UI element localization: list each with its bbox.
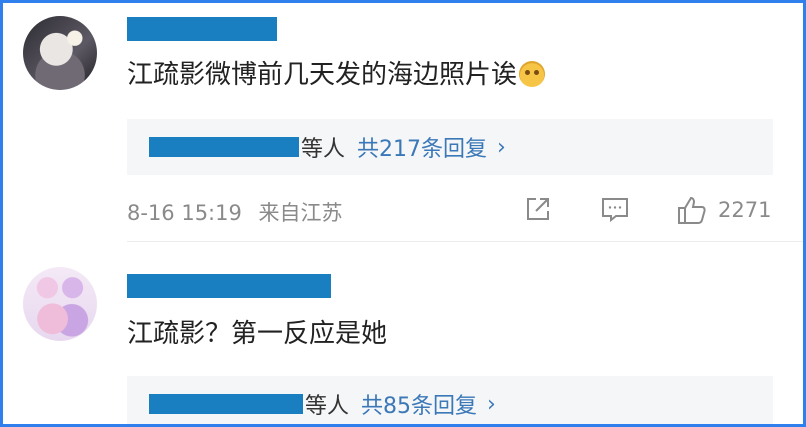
laughing-crying-emoji-icon	[519, 61, 546, 87]
like-button[interactable]: 2271	[676, 194, 771, 226]
like-icon	[678, 196, 706, 224]
username-redacted	[127, 17, 277, 41]
comment-text-value: 江疏影微博前几天发的海边照片诶	[127, 60, 518, 90]
username-redacted	[127, 274, 331, 298]
comment-text: 江疏影？第一反应是她	[127, 319, 388, 349]
comment-date: 8-16 15:19	[127, 201, 242, 225]
like-count: 2271	[718, 198, 772, 222]
comment-icon	[602, 198, 628, 223]
comment-button[interactable]	[600, 194, 630, 224]
avatar[interactable]	[23, 16, 97, 90]
reply-usernames-redacted	[149, 394, 303, 414]
reply-count-link[interactable]: 共217条回复	[357, 131, 487, 163]
comment-list: 江疏影微博前几天发的海边照片诶 等人 共217条回复 › 8-16 15:19 …	[0, 0, 806, 427]
reply-suffix: 等人	[305, 394, 350, 419]
comment-text: 江疏影微博前几天发的海边照片诶	[127, 57, 546, 93]
chevron-right-icon[interactable]: ›	[487, 392, 496, 417]
share-button[interactable]	[523, 194, 553, 224]
comment-item: 江疏影微博前几天发的海边照片诶 等人 共217条回复 › 8-16 15:19 …	[3, 3, 803, 246]
comment-meta: 8-16 15:19 来自江苏	[127, 197, 353, 227]
comment-item: 江疏影？第一反应是她 等人 共85条回复 ›	[3, 246, 803, 424]
reply-summary[interactable]: 等人 共85条回复 ›	[127, 376, 773, 424]
share-icon	[527, 198, 549, 220]
reply-usernames-redacted	[149, 137, 299, 157]
reply-suffix: 等人	[301, 137, 346, 162]
reply-summary[interactable]: 等人 共217条回复 ›	[127, 119, 773, 175]
comment-location: 来自江苏	[258, 201, 343, 225]
avatar[interactable]	[23, 267, 97, 341]
divider	[127, 241, 803, 242]
reply-count-link[interactable]: 共85条回复	[361, 388, 477, 420]
chevron-right-icon[interactable]: ›	[497, 135, 506, 160]
